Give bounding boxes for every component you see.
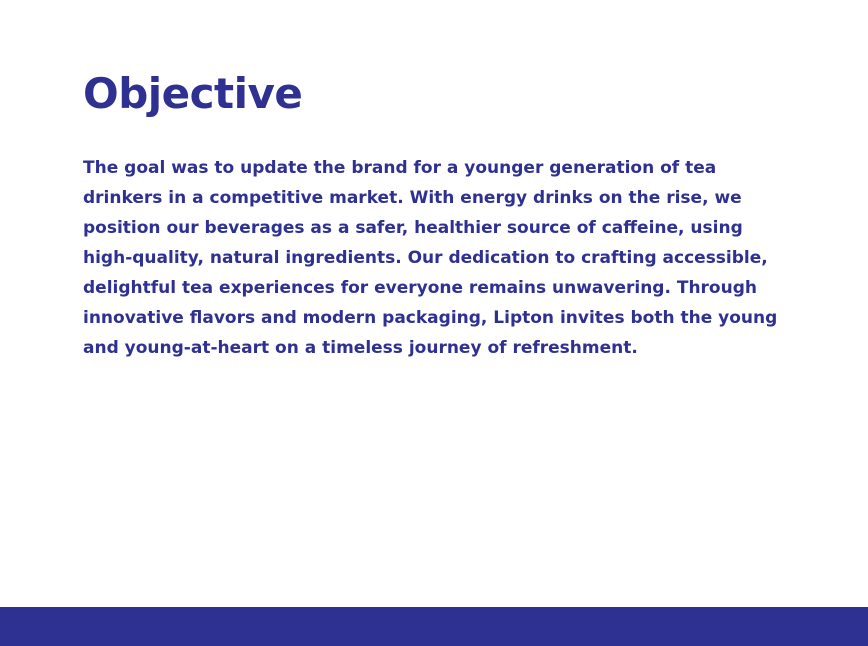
section-title: Objective bbox=[83, 69, 303, 118]
footer-band bbox=[0, 607, 868, 646]
slide-page: Objective The goal was to update the bra… bbox=[0, 0, 868, 646]
objective-paragraph: The goal was to update the brand for a y… bbox=[83, 158, 778, 358]
